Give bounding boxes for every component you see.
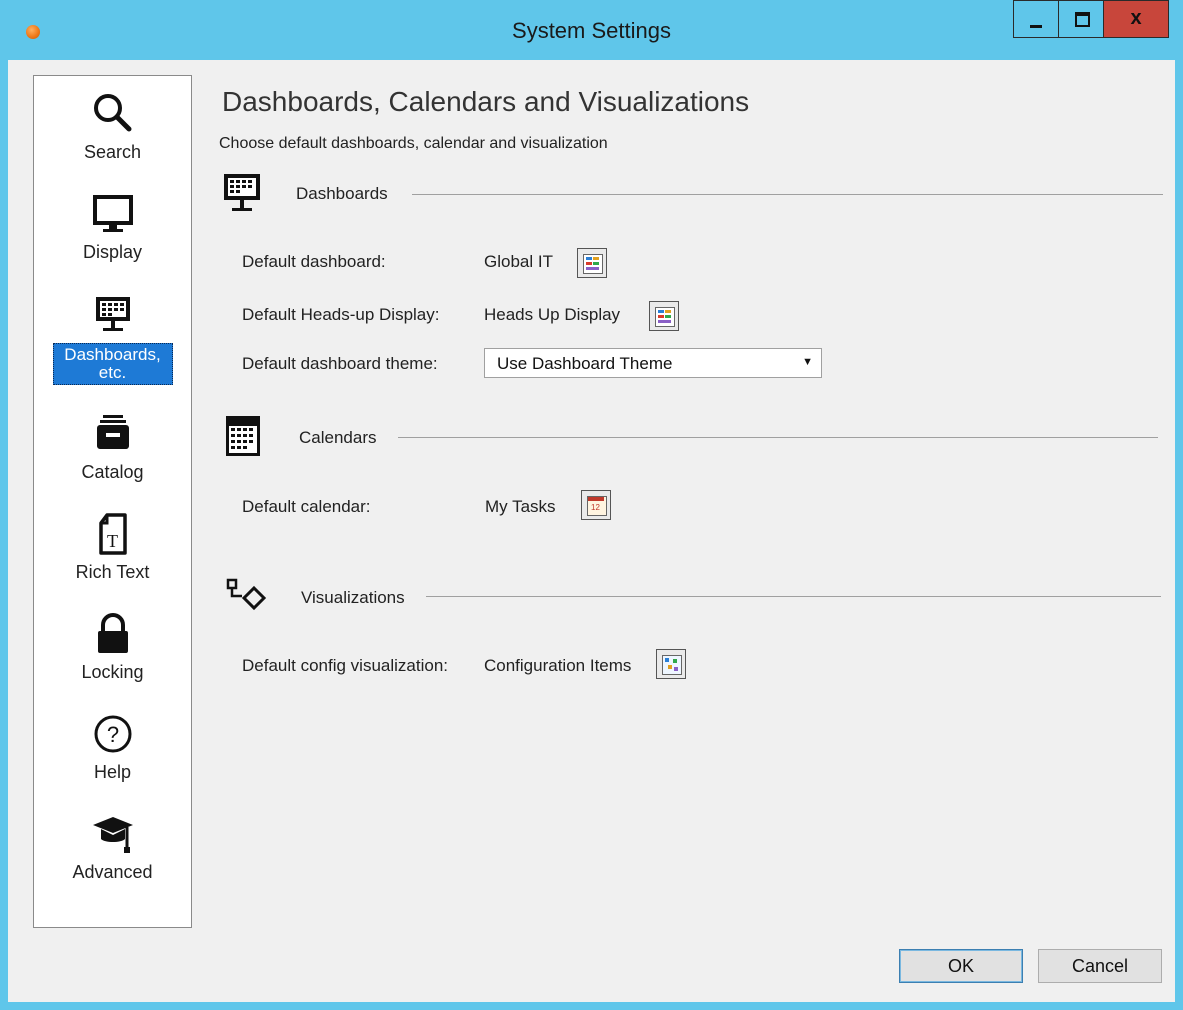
- svg-text:?: ?: [106, 722, 118, 747]
- section-divider: [426, 596, 1161, 597]
- settings-sidebar: Search Display Dashboards, etc. Catalog …: [33, 75, 192, 928]
- dialog-body: Search Display Dashboards, etc. Catalog …: [8, 60, 1175, 1002]
- rich-text-icon: T: [98, 513, 127, 555]
- minimize-button[interactable]: [1013, 0, 1059, 38]
- sidebar-item-catalog[interactable]: Catalog: [34, 409, 191, 482]
- heads-up-display-value: Heads Up Display: [484, 305, 621, 324]
- title-bar[interactable]: System Settings x: [0, 0, 1183, 60]
- section-title-visualizations: Visualizations: [301, 588, 405, 607]
- section-title-dashboards: Dashboards: [296, 184, 388, 203]
- settings-window: System Settings x Search Display Dashboa…: [0, 0, 1183, 1010]
- page-subtitle: Choose default dashboards, calendar and …: [219, 135, 608, 152]
- sidebar-item-label: Search: [83, 142, 142, 162]
- sidebar-item-label: Dashboards, etc.: [52, 343, 173, 385]
- monitor-icon: [92, 195, 133, 232]
- sidebar-item-label: Rich Text: [75, 562, 150, 582]
- close-button[interactable]: x: [1103, 0, 1169, 38]
- catalog-icon: [96, 415, 129, 449]
- sidebar-item-display[interactable]: Display: [34, 189, 191, 262]
- help-icon: ?: [94, 715, 131, 753]
- choose-heads-up-button[interactable]: [649, 301, 679, 331]
- heads-up-display-label: Default Heads-up Display:: [242, 305, 440, 324]
- choose-calendar-button[interactable]: 12: [581, 490, 611, 520]
- lock-icon: [97, 613, 128, 653]
- sidebar-item-locking[interactable]: Locking: [34, 609, 191, 682]
- dashboard-theme-value: Use Dashboard Theme: [497, 354, 673, 373]
- default-visualization-label: Default config visualization:: [242, 656, 449, 675]
- visualization-icon: [226, 578, 267, 611]
- dashboard-icon: [95, 297, 130, 331]
- dashboard-theme-select[interactable]: Use Dashboard Theme ▼: [484, 348, 822, 378]
- sidebar-item-label: Display: [82, 242, 143, 262]
- choose-visualization-button[interactable]: [656, 649, 686, 679]
- visualization-picker-icon: [662, 655, 682, 675]
- sidebar-item-dashboards[interactable]: Dashboards, etc.: [34, 289, 191, 385]
- graduation-cap-icon: [92, 817, 133, 853]
- sidebar-item-advanced[interactable]: Advanced: [34, 809, 191, 882]
- calendar-picker-icon: 12: [587, 496, 607, 516]
- default-visualization-value: Configuration Items: [484, 656, 632, 675]
- svg-text:T: T: [107, 531, 118, 551]
- sidebar-item-help[interactable]: ? Help: [34, 709, 191, 782]
- section-title-calendars: Calendars: [299, 428, 377, 447]
- sidebar-item-label: Advanced: [72, 862, 153, 882]
- dashboard-theme-label: Default dashboard theme:: [242, 354, 438, 373]
- page-title: Dashboards, Calendars and Visualizations: [222, 86, 750, 117]
- choose-dashboard-button[interactable]: [577, 248, 607, 278]
- default-dashboard-label: Default dashboard:: [242, 252, 386, 271]
- section-divider: [398, 437, 1158, 438]
- sidebar-item-rich-text[interactable]: T Rich Text: [34, 509, 191, 582]
- default-calendar-label: Default calendar:: [242, 497, 371, 516]
- ok-button[interactable]: OK: [899, 949, 1023, 983]
- dashboard-picker-icon: [583, 254, 603, 274]
- default-calendar-value: My Tasks: [485, 497, 556, 516]
- sidebar-item-label: Help: [93, 762, 132, 782]
- sidebar-item-label: Catalog: [81, 462, 144, 482]
- calendar-icon: [226, 416, 260, 456]
- default-dashboard-value: Global IT: [484, 252, 553, 271]
- dashboard-picker-icon: [655, 307, 675, 327]
- sidebar-item-search[interactable]: Search: [34, 89, 191, 162]
- section-divider: [412, 194, 1163, 195]
- sidebar-item-label: Locking: [81, 662, 144, 682]
- dashboard-icon: [224, 174, 260, 211]
- window-title: System Settings: [512, 18, 671, 43]
- maximize-button[interactable]: [1058, 0, 1104, 38]
- chevron-down-icon: ▼: [802, 356, 813, 368]
- search-icon: [93, 94, 131, 132]
- cancel-button[interactable]: Cancel: [1038, 949, 1162, 983]
